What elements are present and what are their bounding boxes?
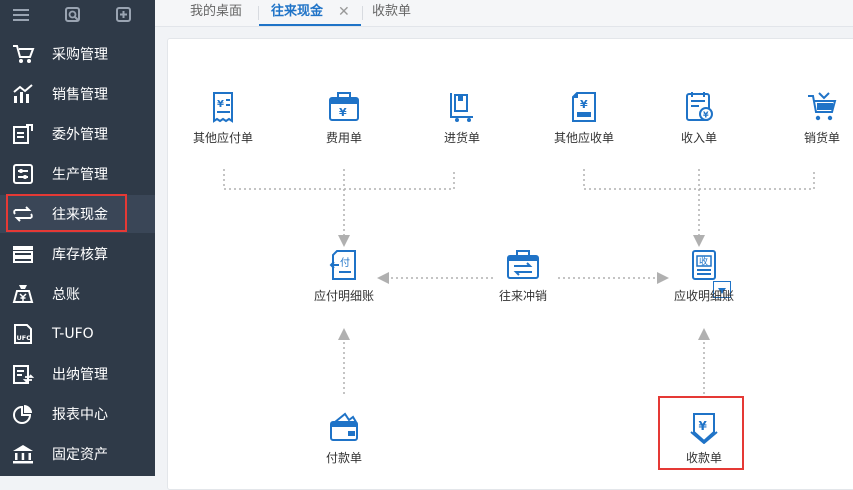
menu-icon[interactable] xyxy=(10,3,32,27)
other-payable-icon: ¥ xyxy=(203,87,243,127)
node-label: 往来冲销 xyxy=(498,289,547,303)
tab-receipt[interactable]: 收款单 xyxy=(372,0,411,26)
ledger-glyph: 收 xyxy=(699,256,708,268)
close-icon[interactable]: ✕ xyxy=(338,0,350,26)
payment-wallet-icon xyxy=(324,407,364,447)
node-label: 进货单 xyxy=(443,131,480,145)
search-icon[interactable] xyxy=(62,3,84,27)
node-offset[interactable]: 往来冲销 xyxy=(478,245,568,304)
sidebar-item-purchase[interactable]: 采购管理 xyxy=(0,35,155,73)
flow-canvas: ¥ 其他应付单 ¥ 费用单 进货单 ¥ 其他应收单 ¥ 收入单 销货单 付 应付… xyxy=(167,38,853,490)
sidebar-item-report-center[interactable]: 报表中心 xyxy=(0,395,155,433)
tab-divider xyxy=(362,6,363,20)
svg-text:¥: ¥ xyxy=(217,99,224,110)
node-label: 付款单 xyxy=(325,451,362,465)
sidebar-item-t-ufo[interactable]: UFO T-UFO xyxy=(0,315,155,353)
sidebar-item-label: 总账 xyxy=(52,287,80,303)
tab-label: 往来现金 xyxy=(271,4,324,19)
svg-text:UFO: UFO xyxy=(17,334,33,342)
receivable-ledger-icon: 收 xyxy=(684,245,724,285)
report-pie-icon xyxy=(10,401,36,427)
sidebar-item-production[interactable]: 生产管理 xyxy=(0,155,155,193)
sidebar-item-label: 固定资产 xyxy=(52,447,108,463)
expense-icon: ¥ xyxy=(324,87,364,127)
sidebar-item-label: 往来现金 xyxy=(52,207,108,223)
svg-text:¥: ¥ xyxy=(580,98,588,111)
sidebar-item-cashier[interactable]: 出纳管理 xyxy=(0,355,155,393)
node-receivable-ledger[interactable]: 收 应收明细账 xyxy=(659,245,749,304)
node-income[interactable]: ¥ 收入单 xyxy=(654,87,744,146)
sidebar-item-label: 委外管理 xyxy=(52,127,108,143)
sidebar-item-label: 出纳管理 xyxy=(52,367,108,383)
purchase-cart-icon xyxy=(10,41,36,67)
sidebar-item-label: 采购管理 xyxy=(52,47,108,63)
fixed-asset-bank-icon xyxy=(10,441,36,467)
outsource-icon xyxy=(10,121,36,147)
production-sliders-icon xyxy=(10,161,36,187)
sales-order-cart-icon xyxy=(802,87,842,127)
node-label: 其他应收单 xyxy=(553,131,614,145)
tab-bar: 我的桌面 往来现金 ✕ 收款单 xyxy=(155,0,853,27)
svg-text:¥: ¥ xyxy=(339,106,347,119)
node-label: 收入单 xyxy=(680,131,717,145)
sidebar-item-label: T-UFO xyxy=(52,326,94,342)
node-payable-ledger[interactable]: 付 应付明细账 xyxy=(299,245,389,304)
node-label: 收款单 xyxy=(685,451,722,465)
purchase-receipt-icon xyxy=(442,87,482,127)
node-payment[interactable]: 付款单 xyxy=(299,407,389,466)
node-label: 应付明细账 xyxy=(313,289,374,303)
sidebar-item-label: 生产管理 xyxy=(52,167,108,183)
income-icon: ¥ xyxy=(679,87,719,127)
sidebar-item-label: 报表中心 xyxy=(52,407,108,423)
svg-text:¥: ¥ xyxy=(699,419,708,433)
node-expense[interactable]: ¥ 费用单 xyxy=(299,87,389,146)
node-sales-order[interactable]: 销货单 xyxy=(777,87,853,146)
add-page-icon[interactable] xyxy=(113,3,135,27)
exchange-arrows-icon xyxy=(10,201,36,227)
sidebar-item-inventory[interactable]: 库存核算 xyxy=(0,235,155,273)
inventory-icon xyxy=(10,241,36,267)
ufo-report-icon: UFO xyxy=(10,321,36,347)
payable-ledger-icon: 付 xyxy=(324,245,364,285)
sidebar-item-label: 销售管理 xyxy=(52,87,108,103)
sidebar-item-outsource[interactable]: 委外管理 xyxy=(0,115,155,153)
sidebar-toolbar xyxy=(0,0,155,30)
node-label: 应收明细账 xyxy=(673,289,734,303)
offset-wallet-icon xyxy=(503,245,543,285)
sales-chart-icon xyxy=(10,81,36,107)
node-label: 销货单 xyxy=(803,131,840,145)
node-receipt[interactable]: ¥ 收款单 xyxy=(659,407,749,466)
tab-my-desktop[interactable]: 我的桌面 xyxy=(190,0,242,26)
node-label: 其他应付单 xyxy=(192,131,253,145)
sidebar-item-exchange-cash[interactable]: 往来现金 xyxy=(0,195,155,233)
other-receivable-icon: ¥ xyxy=(564,87,604,127)
payable-sources-bracket xyxy=(223,169,455,190)
cashier-icon xyxy=(10,361,36,387)
node-other-receivable[interactable]: ¥ 其他应收单 xyxy=(539,87,629,146)
node-other-payable[interactable]: ¥ 其他应付单 xyxy=(178,87,268,146)
ledger-glyph: 付 xyxy=(340,256,350,269)
receipt-shield-icon: ¥ xyxy=(684,407,724,447)
sidebar-item-fixed-assets[interactable]: 固定资产 xyxy=(0,435,155,473)
node-purchase-receipt[interactable]: 进货单 xyxy=(417,87,507,146)
sidebar-item-general-ledger[interactable]: 总账 xyxy=(0,275,155,313)
node-label: 费用单 xyxy=(325,131,362,145)
sidebar: 采购管理 销售管理 委外管理 生产管理 往来现金 库存核算 总账 UFO T-U… xyxy=(0,0,155,476)
sidebar-item-label: 库存核算 xyxy=(52,247,108,263)
sidebar-item-sales[interactable]: 销售管理 xyxy=(0,75,155,113)
svg-text:¥: ¥ xyxy=(703,111,709,120)
ledger-money-bag-icon xyxy=(10,281,36,307)
